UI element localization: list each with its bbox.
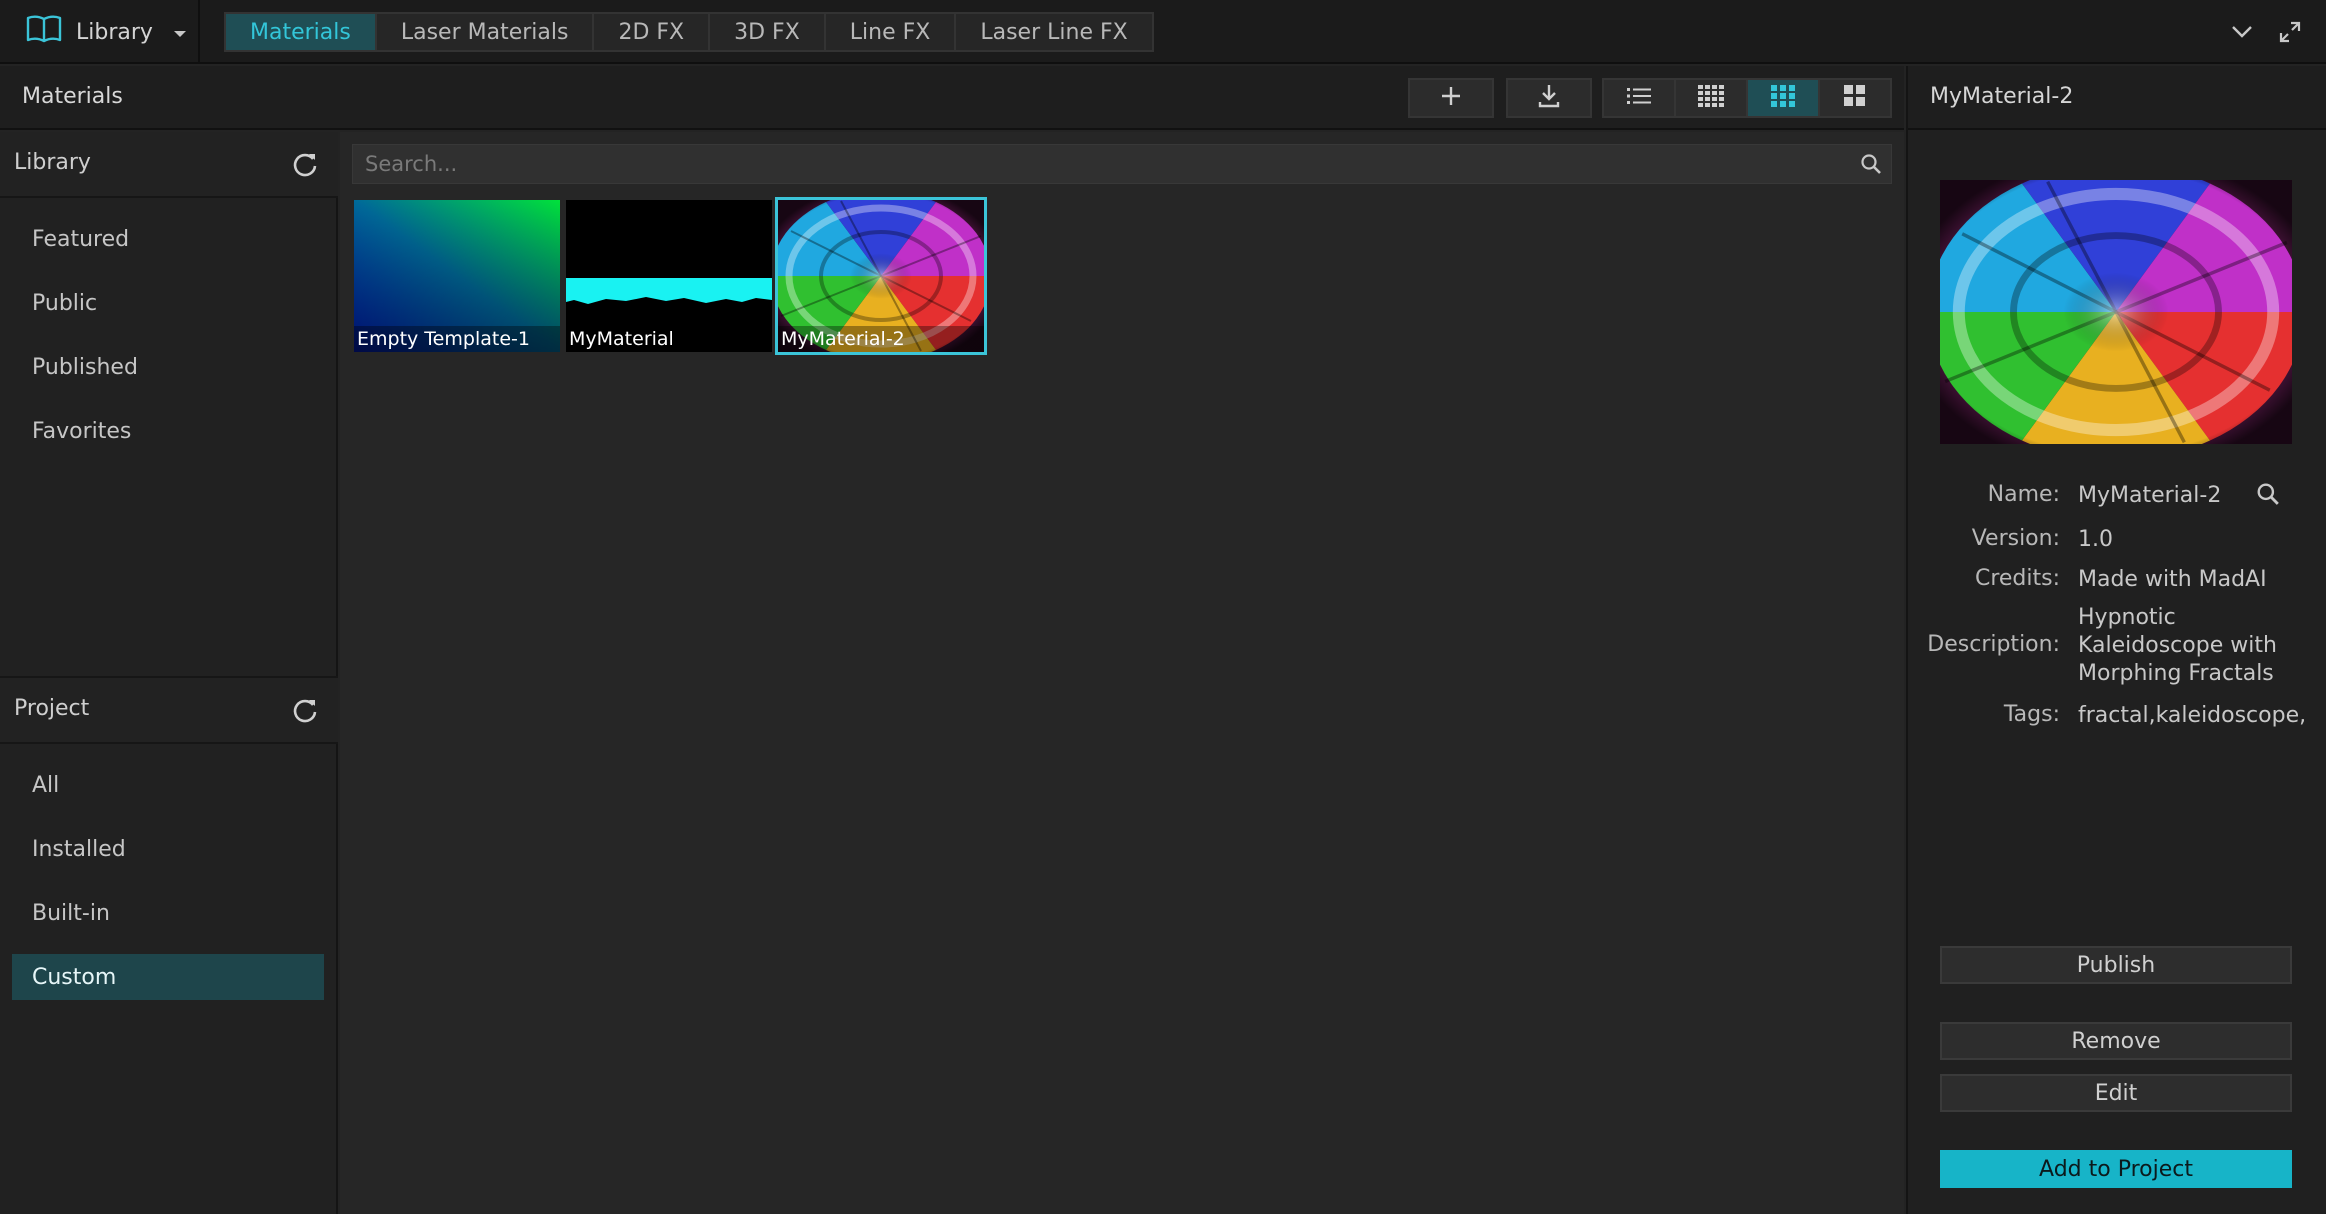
sidebar-item-installed[interactable]: Installed (12, 826, 324, 872)
large-grid-view-button[interactable] (1820, 80, 1890, 116)
library-dropdown-button[interactable]: Library (0, 0, 200, 64)
materials-header: Materials (0, 66, 1904, 130)
kaleidoscope-preview-image (1940, 180, 2292, 444)
material-preview-large (1940, 180, 2292, 444)
sidebar-item-featured[interactable]: Featured (12, 216, 324, 262)
credits-label: Credits: (1974, 566, 2060, 591)
tab-2d-fx[interactable]: 2D FX (594, 14, 711, 50)
top-bar: Library Materials Laser Materials 2D FX … (0, 0, 2326, 64)
sidebar-item-all[interactable]: All (12, 762, 324, 808)
add-material-button[interactable] (1408, 78, 1494, 118)
tags-label: Tags: (2003, 702, 2060, 727)
material-thumbnail[interactable]: MyMaterial (566, 200, 772, 352)
version-value: 1.0 (2078, 527, 2113, 552)
search-icon[interactable] (2256, 482, 2280, 512)
edit-button[interactable]: Edit (1940, 1074, 2292, 1112)
refresh-icon[interactable] (290, 696, 320, 726)
description-value: Hypnotic Kaleidoscope with Morphing Frac… (2078, 605, 2277, 686)
add-to-project-button[interactable]: Add to Project (1940, 1150, 2292, 1188)
sidebar-item-public[interactable]: Public (12, 280, 324, 326)
view-mode-group (1602, 78, 1892, 118)
library-label: Library (76, 19, 153, 45)
list-icon (1627, 86, 1651, 110)
grid-large-icon (1844, 85, 1866, 111)
section-divider (0, 676, 338, 678)
details-header: MyMaterial-2 (1908, 66, 2326, 130)
caret-down-icon (173, 20, 187, 45)
sidebar-item-custom[interactable]: Custom (12, 954, 324, 1000)
tab-line-fx[interactable]: Line FX (826, 14, 957, 50)
book-icon (26, 15, 62, 49)
publish-button[interactable]: Publish (1940, 946, 2292, 984)
download-icon (1538, 84, 1560, 112)
tab-materials[interactable]: Materials (226, 14, 377, 50)
material-thumbnail-selected[interactable]: MyMaterial-2 (775, 197, 987, 355)
material-name: MyMaterial-2 (778, 326, 984, 352)
version-label: Version: (1971, 526, 2060, 551)
material-name: MyMaterial (566, 326, 772, 352)
remove-button[interactable]: Remove (1940, 1022, 2292, 1060)
library-section-label: Library (14, 150, 91, 175)
search-input[interactable] (353, 145, 1851, 183)
name-value: MyMaterial-2 (2078, 483, 2222, 508)
list-view-button[interactable] (1604, 80, 1676, 116)
name-label: Name: (1987, 482, 2060, 507)
materials-browser: Empty Template-1 MyMaterial (340, 132, 1904, 1214)
sidebar-item-published[interactable]: Published (12, 344, 324, 390)
description-label: Description: (1927, 632, 2060, 657)
tab-laser-materials[interactable]: Laser Materials (377, 14, 595, 50)
collapse-chevron-icon[interactable] (2226, 16, 2258, 48)
tab-laser-line-fx[interactable]: Laser Line FX (956, 14, 1151, 50)
medium-grid-view-button[interactable] (1748, 80, 1820, 116)
small-grid-view-button[interactable] (1676, 80, 1748, 116)
search-icon[interactable] (1851, 144, 1891, 184)
tab-3d-fx[interactable]: 3D FX (710, 14, 826, 50)
grid-medium-icon (1771, 85, 1795, 111)
grid-small-icon (1698, 85, 1724, 111)
refresh-icon[interactable] (290, 150, 320, 180)
category-tabs: Materials Laser Materials 2D FX 3D FX Li… (224, 12, 1154, 52)
sidebar-item-built-in[interactable]: Built-in (12, 890, 324, 936)
tags-value: fractal,kaleidoscope, (2078, 703, 2307, 728)
sidebar-item-favorites[interactable]: Favorites (12, 408, 324, 454)
material-thumbnail[interactable]: Empty Template-1 (354, 200, 560, 352)
expand-icon[interactable] (2274, 16, 2306, 48)
materials-title: Materials (22, 84, 123, 109)
credits-value: Made with MadAI (2078, 567, 2267, 592)
search-bar (352, 144, 1892, 184)
project-section-label: Project (14, 696, 90, 721)
details-title: MyMaterial-2 (1930, 84, 2074, 109)
project-section-header: Project (0, 678, 338, 744)
import-button[interactable] (1506, 78, 1592, 118)
plus-icon (1441, 86, 1461, 110)
details-panel: MyMaterial-2 Name: MyMaterial-2 Version:… (1906, 66, 2326, 1214)
left-sidebar: Library Featured Public Published Favori… (0, 132, 338, 1214)
library-section-header: Library (0, 132, 338, 198)
material-name: Empty Template-1 (354, 326, 560, 352)
